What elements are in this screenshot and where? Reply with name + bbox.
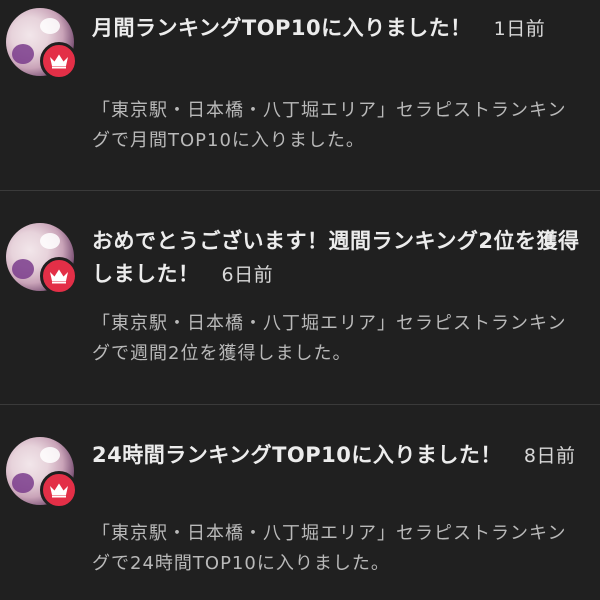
notification-message: 「東京駅・日本橋・八丁堀エリア」セラピストランキングで24時間TOP10に入りま… — [92, 523, 567, 574]
notification-title-text: 月間ランキングTOP10に入りました！ — [92, 16, 472, 40]
notification-message: 「東京駅・日本橋・八丁堀エリア」セラピストランキングで週間2位を獲得しました。 — [92, 313, 567, 364]
crown-badge — [40, 471, 78, 509]
notification-title: おめでとうございます！週間ランキング2位を獲得しました！ 6日前 — [92, 225, 590, 292]
crown-badge — [40, 257, 78, 295]
notification-title: 24時間ランキングTOP10に入りました！ 8日前 — [92, 439, 590, 473]
crown-icon — [50, 483, 68, 498]
notification-item[interactable]: 24時間ランキングTOP10に入りました！ 8日前 「東京駅・日本橋・八丁堀エリア… — [0, 405, 600, 600]
notification-time: 6日前 — [221, 264, 274, 286]
crown-icon — [50, 269, 68, 284]
notification-item[interactable]: おめでとうございます！週間ランキング2位を獲得しました！ 6日前 「東京駅・日本橋… — [0, 191, 600, 404]
notification-title-text: 24時間ランキングTOP10に入りました！ — [92, 443, 502, 467]
notification-item[interactable]: 月間ランキングTOP10に入りました！ 1日前 「東京駅・日本橋・八丁堀エリア」セ… — [0, 0, 600, 190]
crown-badge — [40, 42, 78, 80]
notification-title-text: おめでとうございます！週間ランキング2位を獲得しました！ — [92, 229, 580, 286]
notification-time: 1日前 — [493, 18, 546, 40]
avatar-container — [6, 223, 78, 295]
notification-list: 月間ランキングTOP10に入りました！ 1日前 「東京駅・日本橋・八丁堀エリア」セ… — [0, 0, 600, 600]
avatar-container — [6, 8, 78, 80]
crown-icon — [50, 54, 68, 69]
avatar-container — [6, 437, 78, 509]
notification-time: 8日前 — [523, 445, 576, 467]
notification-message: 「東京駅・日本橋・八丁堀エリア」セラピストランキングで月間TOP10に入りました… — [92, 100, 567, 151]
notification-title: 月間ランキングTOP10に入りました！ 1日前 — [92, 12, 590, 46]
